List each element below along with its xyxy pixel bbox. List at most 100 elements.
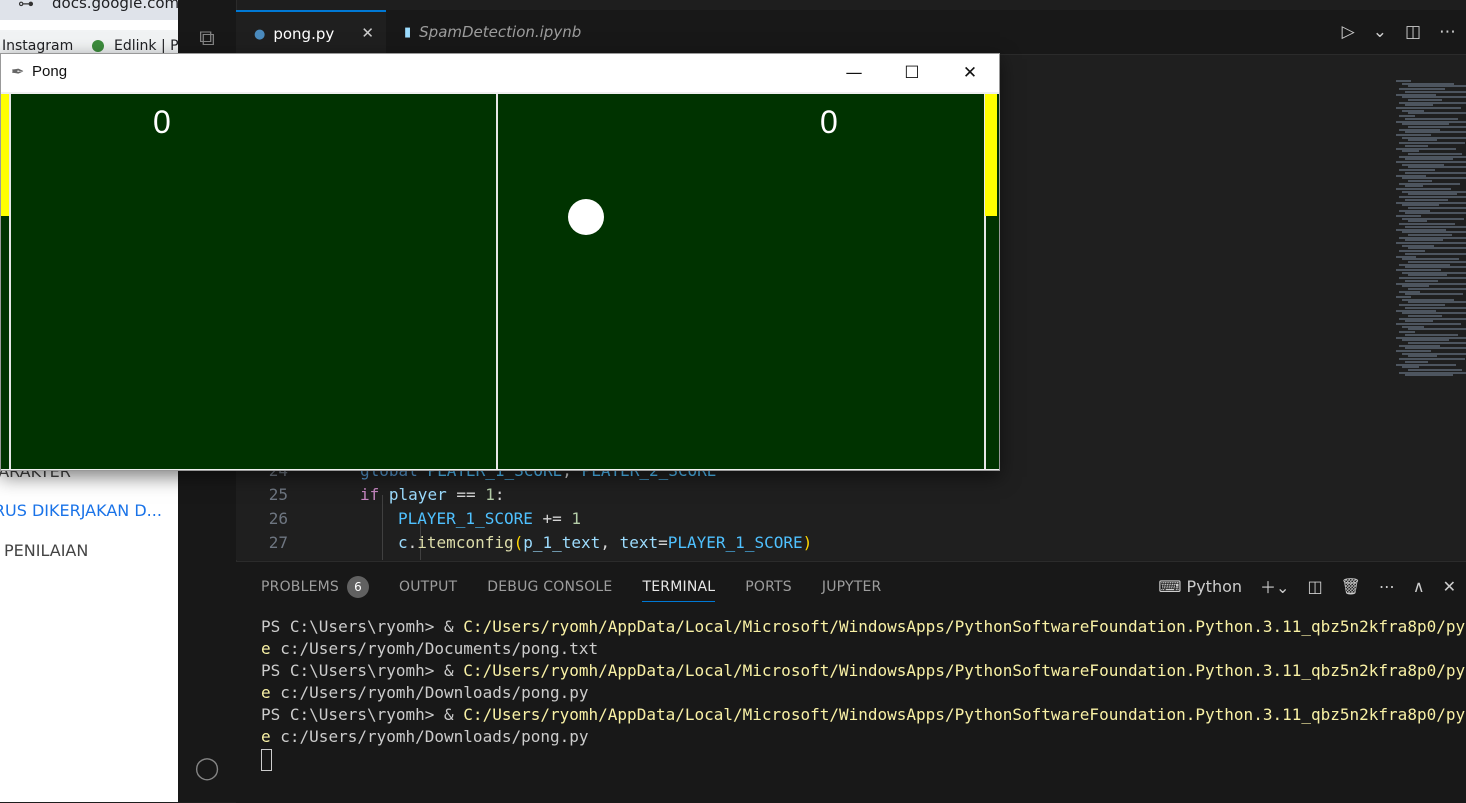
minimap-line bbox=[1408, 274, 1447, 277]
ball bbox=[568, 199, 604, 235]
minimap-line bbox=[1402, 325, 1424, 328]
minimap-line bbox=[1408, 206, 1466, 209]
code-token: , bbox=[600, 533, 620, 552]
minimap-line bbox=[1402, 190, 1466, 193]
url-text[interactable]: docs.google.com bbox=[52, 0, 178, 12]
player-1-score: 0 bbox=[153, 104, 171, 140]
address-bar[interactable]: ⊶ docs.google.com bbox=[0, 0, 178, 20]
account-icon[interactable]: ◯ bbox=[192, 754, 222, 784]
terminal-line: e c:/Users/ryomh/Documents/pong.txt bbox=[261, 638, 1461, 660]
minimap-line bbox=[1408, 220, 1427, 223]
chevron-down-icon[interactable]: ⌄ bbox=[1373, 22, 1387, 42]
minimize-button[interactable]: — bbox=[825, 54, 883, 92]
minimap-line bbox=[1396, 215, 1421, 217]
minimap-line bbox=[1408, 98, 1442, 101]
minimap-line bbox=[1402, 298, 1454, 301]
more-actions-icon[interactable]: ⋯ bbox=[1439, 22, 1456, 42]
close-panel-icon[interactable]: ✕ bbox=[1443, 577, 1456, 596]
minimap-line bbox=[1405, 131, 1466, 134]
minimap-line bbox=[1399, 371, 1466, 374]
tab-jupyter[interactable]: JUPYTER bbox=[822, 579, 882, 601]
minimap-line bbox=[1396, 350, 1431, 352]
minimap-line bbox=[1399, 169, 1435, 172]
bottom-panel: PROBLEMS 6 OUTPUT DEBUG CONSOLE TERMINAL … bbox=[236, 561, 1466, 803]
minimap-line bbox=[1396, 134, 1431, 136]
close-button[interactable]: ✕ bbox=[941, 54, 999, 92]
python-icon: ● bbox=[254, 26, 266, 42]
maximize-button[interactable]: ☐ bbox=[883, 54, 941, 92]
minimap-line bbox=[1402, 217, 1464, 220]
minimap-line bbox=[1408, 85, 1466, 88]
terminal-exe-path: e bbox=[261, 639, 271, 658]
bookmark-instagram[interactable]: Instagram bbox=[2, 38, 73, 54]
tab-ports[interactable]: PORTS bbox=[745, 579, 792, 601]
line-number: 25 bbox=[268, 485, 288, 504]
minimap-line bbox=[1399, 128, 1440, 131]
minimap-line bbox=[1402, 109, 1424, 112]
minimap-line bbox=[1408, 152, 1462, 155]
pong-court[interactable]: 0 0 bbox=[1, 94, 999, 469]
trash-icon[interactable]: 🗑 bbox=[1341, 577, 1361, 596]
tab-pong-py[interactable]: ● pong.py ✕ bbox=[236, 10, 386, 56]
terminal-profile-label: Python bbox=[1186, 576, 1243, 596]
bookmark-edlink[interactable]: Edlink | Pl bbox=[114, 38, 178, 54]
minimap-line bbox=[1408, 193, 1457, 196]
tab-problems[interactable]: PROBLEMS 6 bbox=[261, 576, 370, 604]
site-info-icon[interactable]: ⊶ bbox=[18, 0, 34, 13]
code-token: = bbox=[658, 533, 668, 552]
more-actions-icon[interactable]: ⋯ bbox=[1379, 577, 1395, 596]
minimap-line bbox=[1402, 163, 1444, 166]
minimap-line bbox=[1408, 125, 1466, 128]
panel-actions: ⌨ Python ＋⌄ ◫ 🗑 ⋯ ∧ ✕ bbox=[1158, 574, 1456, 598]
terminal-profile[interactable]: ⌨ Python bbox=[1158, 577, 1242, 596]
terminal-exe-path: e bbox=[261, 683, 271, 702]
minimap-line bbox=[1399, 317, 1466, 320]
terminal-prompt: PS C:\Users\ryomh> & bbox=[261, 617, 464, 636]
minimap-line bbox=[1408, 314, 1442, 317]
minimap-line bbox=[1399, 358, 1465, 361]
tab-output[interactable]: OUTPUT bbox=[399, 579, 457, 601]
minimap-line bbox=[1396, 161, 1466, 163]
terminal-output[interactable]: PS C:\Users\ryomh> & C:/Users/ryomh/AppD… bbox=[261, 616, 1466, 771]
minimap-line bbox=[1405, 225, 1466, 228]
tab-terminal[interactable]: TERMINAL bbox=[642, 579, 716, 602]
minimap-line bbox=[1402, 258, 1459, 261]
minimap-line bbox=[1405, 117, 1458, 120]
terminal-input-line[interactable] bbox=[261, 748, 1461, 771]
minimap-line bbox=[1408, 233, 1452, 236]
minimap-line bbox=[1408, 287, 1466, 290]
minimap-line bbox=[1405, 347, 1466, 350]
run-icon[interactable]: ▷ bbox=[1342, 22, 1355, 42]
minimap-line bbox=[1408, 112, 1466, 115]
code-text: PLAYER_1_SCORE += 1 bbox=[398, 509, 581, 528]
split-terminal-icon[interactable]: ◫ bbox=[1307, 577, 1322, 596]
explorer-icon[interactable]: ⧉ bbox=[192, 24, 222, 54]
close-tab-icon[interactable]: ✕ bbox=[361, 24, 374, 42]
split-editor-icon[interactable]: ◫ bbox=[1405, 22, 1421, 42]
code-token: == bbox=[456, 485, 486, 504]
new-terminal-icon[interactable]: ＋⌄ bbox=[1260, 574, 1289, 598]
terminal-arg: c:/Users/ryomh/Downloads/pong.py bbox=[270, 727, 589, 746]
pong-titlebar[interactable]: ✒ Pong — ☐ ✕ bbox=[1, 54, 999, 92]
minimap-line bbox=[1396, 80, 1411, 82]
doc-outline-item[interactable]: A PENILAIAN bbox=[0, 541, 88, 560]
tab-spamdetection[interactable]: ▮ SpamDetection.ipynb bbox=[386, 10, 586, 54]
minimap-line bbox=[1396, 323, 1461, 325]
minimap-line bbox=[1402, 136, 1466, 139]
minimap-line bbox=[1396, 120, 1466, 123]
doc-outline-item-active[interactable]: YANG HARUS DIKERJAKAN D... bbox=[0, 501, 162, 520]
indent-guide bbox=[382, 495, 383, 560]
minimap-line bbox=[1405, 279, 1438, 282]
minimap[interactable] bbox=[1396, 80, 1466, 380]
minimap-line bbox=[1405, 320, 1433, 323]
terminal-exe-path: C:/Users/ryomh/AppData/Local/Microsoft/W… bbox=[463, 661, 1466, 680]
minimap-line bbox=[1396, 363, 1456, 366]
terminal-exe-path: C:/Users/ryomh/AppData/Local/Microsoft/W… bbox=[463, 705, 1466, 724]
player-2-score: 0 bbox=[820, 104, 838, 140]
minimap-line bbox=[1408, 355, 1437, 358]
code-token: p_1_text bbox=[523, 533, 601, 552]
minimap-line bbox=[1396, 174, 1426, 177]
maximize-panel-icon[interactable]: ∧ bbox=[1413, 577, 1425, 596]
tab-debug-console[interactable]: DEBUG CONSOLE bbox=[487, 579, 612, 601]
terminal-prompt: PS C:\Users\ryomh> & bbox=[261, 661, 464, 680]
